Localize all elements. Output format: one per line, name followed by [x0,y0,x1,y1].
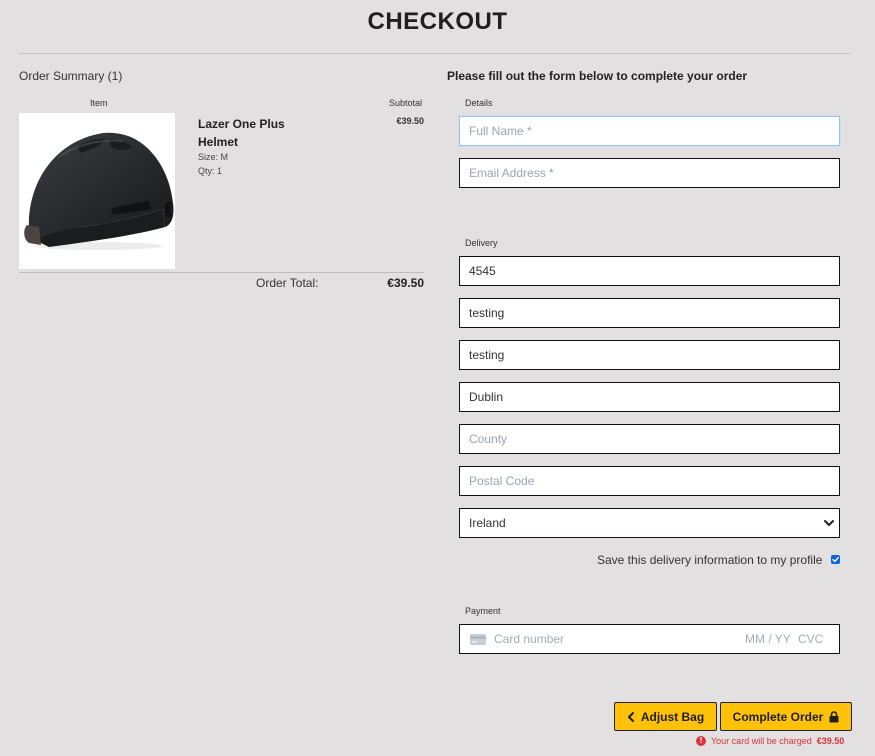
country-select[interactable]: Ireland [459,508,840,538]
product-image[interactable] [19,113,175,269]
card-number-placeholder[interactable]: Card number [494,632,564,646]
order-summary-heading: Order Summary (1) [19,69,123,83]
chevron-left-icon [627,711,634,722]
adjust-bag-button[interactable]: Adjust Bag [614,702,717,731]
street-address1-input[interactable] [459,298,840,328]
card-element[interactable]: Card number MM / YY CVC [459,624,840,654]
lock-icon [829,710,839,722]
charge-notice-text: Your card will be charged [711,736,812,746]
complete-order-label: Complete Order [732,709,824,724]
card-expiry-placeholder[interactable]: MM / YY [745,632,791,646]
order-total-value: €39.50 [387,276,424,290]
details-legend: Details [465,98,493,108]
full-name-input[interactable] [459,116,840,146]
helmet-image [24,132,174,250]
phone-number-input[interactable] [459,256,840,286]
save-info-label: Save this delivery information to my pro… [597,553,823,567]
postal-code-input[interactable] [459,466,840,496]
email-input[interactable] [459,158,840,188]
credit-card-icon [470,634,486,645]
save-info-checkbox[interactable] [831,555,840,564]
column-header-item: Item [90,98,108,108]
form-heading: Please fill out the form below to comple… [447,69,748,83]
title-divider [19,53,851,54]
product-name: Lazer One Plus Helmet [198,117,285,149]
street-address2-input[interactable] [459,340,840,370]
charge-notice: ! Your card will be charged €39.50 [696,736,844,746]
page-title: CHECKOUT [367,8,508,35]
charge-notice-amount: €39.50 [816,736,845,746]
adjust-bag-label: Adjust Bag [640,709,705,724]
product-size: Size: M [198,152,229,162]
checkmark-icon [832,556,839,563]
exclamation-circle-icon: ! [696,736,706,746]
complete-order-button[interactable]: Complete Order [720,702,852,731]
product-subtotal: €39.50 [396,116,424,126]
product-quantity: Qty: 1 [198,166,223,176]
county-input[interactable] [459,424,840,454]
column-header-subtotal: Subtotal [389,98,423,108]
payment-legend: Payment [465,606,501,616]
town-city-input[interactable] [459,382,840,412]
summary-divider [19,272,424,273]
card-cvc-placeholder[interactable]: CVC [798,632,823,646]
order-total-label: Order Total: [256,276,319,290]
delivery-legend: Delivery [465,238,498,248]
